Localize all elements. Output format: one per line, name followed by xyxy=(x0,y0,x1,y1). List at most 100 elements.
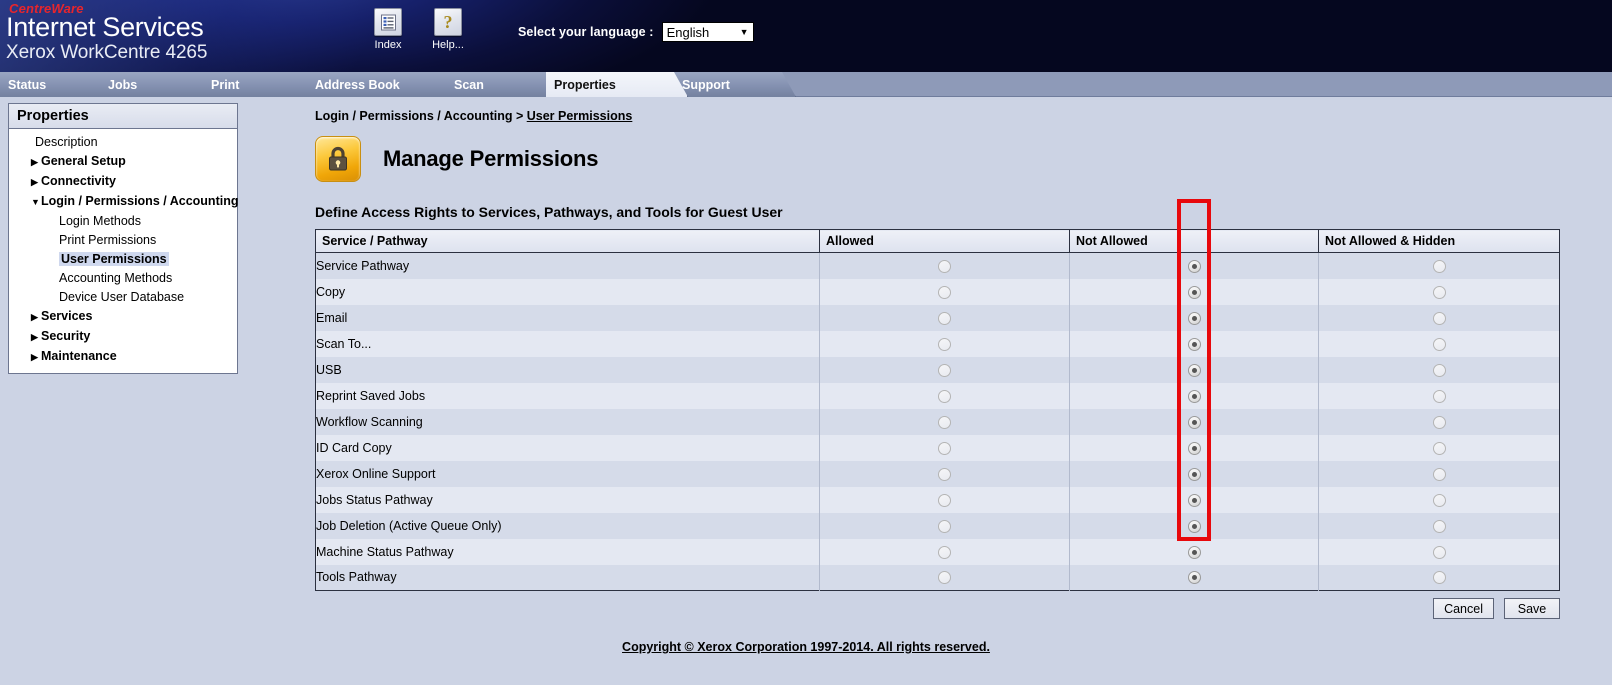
radio-allowed[interactable] xyxy=(938,545,951,559)
radio-not-allowed[interactable] xyxy=(1187,441,1201,455)
sidebar-item-connectivity[interactable]: ▶ Connectivity xyxy=(9,172,237,192)
save-button[interactable]: Save xyxy=(1504,598,1560,619)
permission-cell-allowed[interactable] xyxy=(819,278,1070,305)
sidebar-item-accounting-methods[interactable]: Accounting Methods xyxy=(9,269,237,288)
permission-cell-not-allowed[interactable] xyxy=(1069,538,1319,565)
permission-cell-allowed[interactable] xyxy=(819,564,1070,591)
permission-cell-not-allowed-hidden[interactable] xyxy=(1318,382,1560,409)
triangle-right-icon[interactable]: ▶ xyxy=(31,173,41,192)
cancel-button[interactable]: Cancel xyxy=(1433,598,1494,619)
triangle-right-icon[interactable]: ▶ xyxy=(31,308,41,327)
radio-not-allowed[interactable] xyxy=(1187,493,1201,507)
radio-allowed[interactable] xyxy=(938,519,951,533)
help-button[interactable]: ? Help... xyxy=(416,8,480,51)
permission-cell-allowed[interactable] xyxy=(819,486,1070,513)
permission-cell-allowed[interactable] xyxy=(819,382,1070,409)
permission-cell-not-allowed-hidden[interactable] xyxy=(1318,408,1560,435)
radio-not-allowed-hidden[interactable] xyxy=(1432,259,1446,273)
sidebar-item-login-methods[interactable]: Login Methods xyxy=(9,212,237,231)
permission-cell-not-allowed-hidden[interactable] xyxy=(1318,486,1560,513)
radio-not-allowed[interactable] xyxy=(1187,363,1201,377)
radio-not-allowed-hidden[interactable] xyxy=(1432,519,1446,533)
permission-cell-not-allowed-hidden[interactable] xyxy=(1318,434,1560,461)
permission-cell-allowed[interactable] xyxy=(819,356,1070,383)
breadcrumb-current[interactable]: User Permissions xyxy=(527,109,633,123)
radio-not-allowed[interactable] xyxy=(1187,389,1201,403)
tab-jobs[interactable]: Jobs xyxy=(100,72,217,97)
sidebar-item-services[interactable]: ▶ Services xyxy=(9,307,237,327)
radio-not-allowed-hidden[interactable] xyxy=(1432,493,1446,507)
permission-cell-allowed[interactable] xyxy=(819,512,1070,539)
radio-not-allowed-hidden[interactable] xyxy=(1432,389,1446,403)
index-button[interactable]: Index xyxy=(356,8,420,51)
radio-not-allowed-hidden[interactable] xyxy=(1432,415,1446,429)
radio-allowed[interactable] xyxy=(938,389,951,403)
permission-cell-not-allowed[interactable] xyxy=(1069,434,1319,461)
radio-not-allowed[interactable] xyxy=(1187,467,1201,481)
radio-not-allowed-hidden[interactable] xyxy=(1432,545,1446,559)
tab-status[interactable]: Status xyxy=(0,72,114,97)
triangle-right-icon[interactable]: ▶ xyxy=(31,328,41,347)
permission-cell-not-allowed-hidden[interactable] xyxy=(1318,330,1560,357)
radio-allowed[interactable] xyxy=(938,259,951,273)
radio-not-allowed-hidden[interactable] xyxy=(1432,363,1446,377)
triangle-right-icon[interactable]: ▶ xyxy=(31,348,41,367)
permission-cell-not-allowed[interactable] xyxy=(1069,252,1319,279)
permission-cell-not-allowed-hidden[interactable] xyxy=(1318,304,1560,331)
permission-cell-allowed[interactable] xyxy=(819,304,1070,331)
permission-cell-not-allowed[interactable] xyxy=(1069,408,1319,435)
permission-cell-not-allowed[interactable] xyxy=(1069,304,1319,331)
tab-address-book[interactable]: Address Book xyxy=(307,72,460,97)
permission-cell-not-allowed-hidden[interactable] xyxy=(1318,538,1560,565)
radio-allowed[interactable] xyxy=(938,285,951,299)
permission-cell-not-allowed[interactable] xyxy=(1069,356,1319,383)
radio-allowed[interactable] xyxy=(938,363,951,377)
sidebar-item-login-permissions-accounting[interactable]: ▼Login / Permissions / Accounting xyxy=(9,192,238,212)
permission-cell-not-allowed[interactable] xyxy=(1069,486,1319,513)
permission-cell-not-allowed[interactable] xyxy=(1069,330,1319,357)
sidebar-item-user-permissions[interactable]: User Permissions xyxy=(9,250,237,269)
radio-allowed[interactable] xyxy=(938,493,951,507)
radio-not-allowed[interactable] xyxy=(1187,311,1201,325)
permission-cell-allowed[interactable] xyxy=(819,538,1070,565)
sidebar-item-description[interactable]: Description xyxy=(9,133,237,152)
permission-cell-not-allowed-hidden[interactable] xyxy=(1318,460,1560,487)
radio-not-allowed[interactable] xyxy=(1187,337,1201,351)
tab-properties[interactable]: Properties xyxy=(546,72,688,97)
permission-cell-not-allowed-hidden[interactable] xyxy=(1318,278,1560,305)
radio-not-allowed[interactable] xyxy=(1187,285,1201,299)
permission-cell-not-allowed-hidden[interactable] xyxy=(1318,356,1560,383)
radio-not-allowed[interactable] xyxy=(1187,545,1201,559)
radio-not-allowed-hidden[interactable] xyxy=(1432,337,1446,351)
permission-cell-not-allowed-hidden[interactable] xyxy=(1318,564,1560,591)
tab-scan[interactable]: Scan xyxy=(446,72,560,97)
permission-cell-not-allowed[interactable] xyxy=(1069,564,1319,591)
tab-support[interactable]: Support xyxy=(674,72,796,97)
radio-not-allowed[interactable] xyxy=(1187,415,1201,429)
permission-cell-allowed[interactable] xyxy=(819,434,1070,461)
permission-cell-not-allowed-hidden[interactable] xyxy=(1318,512,1560,539)
radio-not-allowed[interactable] xyxy=(1187,571,1201,585)
permission-cell-allowed[interactable] xyxy=(819,252,1070,279)
triangle-down-icon[interactable]: ▼ xyxy=(31,193,41,212)
copyright-notice[interactable]: Copyright © Xerox Corporation 1997-2014.… xyxy=(0,640,1612,654)
triangle-right-icon[interactable]: ▶ xyxy=(31,153,41,172)
radio-allowed[interactable] xyxy=(938,415,951,429)
permission-cell-not-allowed[interactable] xyxy=(1069,512,1319,539)
permission-cell-allowed[interactable] xyxy=(819,330,1070,357)
radio-allowed[interactable] xyxy=(938,337,951,351)
permission-cell-allowed[interactable] xyxy=(819,460,1070,487)
radio-not-allowed-hidden[interactable] xyxy=(1432,467,1446,481)
tab-print[interactable]: Print xyxy=(203,72,321,97)
radio-not-allowed[interactable] xyxy=(1187,519,1201,533)
permission-cell-not-allowed-hidden[interactable] xyxy=(1318,252,1560,279)
permission-cell-not-allowed[interactable] xyxy=(1069,460,1319,487)
sidebar-item-device-user-database[interactable]: Device User Database xyxy=(9,288,237,307)
radio-allowed[interactable] xyxy=(938,571,951,585)
radio-allowed[interactable] xyxy=(938,467,951,481)
radio-allowed[interactable] xyxy=(938,441,951,455)
permission-cell-allowed[interactable] xyxy=(819,408,1070,435)
radio-not-allowed-hidden[interactable] xyxy=(1432,571,1446,585)
sidebar-item-general-setup[interactable]: ▶ General Setup xyxy=(9,152,237,172)
language-select[interactable]: English ▼ xyxy=(661,22,754,42)
